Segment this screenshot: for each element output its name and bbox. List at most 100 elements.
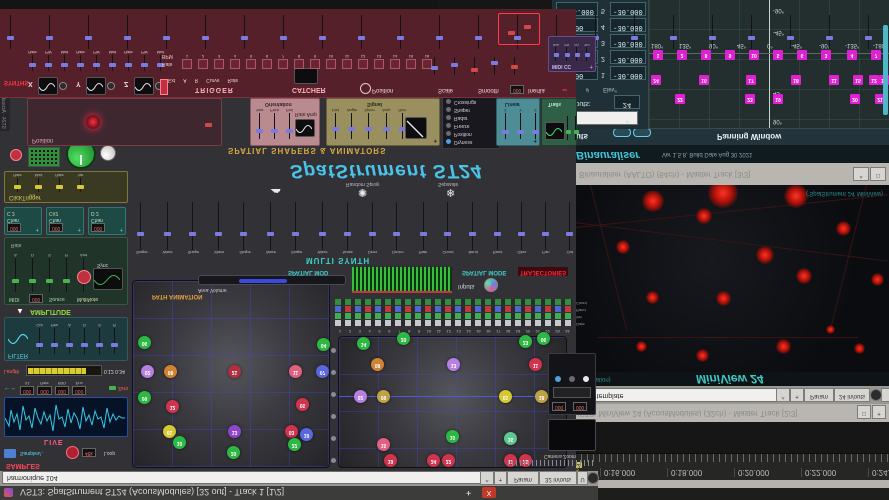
bypass-checkbox[interactable] — [881, 388, 889, 402]
inertia-chip[interactable]: 000 — [510, 85, 524, 94]
chan-cc-value[interactable]: 000 — [91, 223, 105, 232]
area-volume-slider[interactable] — [198, 275, 346, 285]
osc-scope[interactable] — [134, 77, 154, 95]
step-cell[interactable] — [182, 59, 192, 69]
sample-path[interactable]: Samples/.. — [20, 450, 44, 456]
osc-slider[interactable] — [60, 55, 69, 71]
folder-icon[interactable] — [4, 449, 16, 458]
voice-ball[interactable]: 07 — [316, 365, 329, 378]
linear-slider[interactable] — [501, 113, 510, 139]
spatial-pad-1[interactable]: 0604020821110709120501130319102220 — [132, 280, 330, 468]
source-marker[interactable]: 6 — [797, 50, 807, 60]
mod-slider[interactable] — [435, 15, 444, 49]
mod-slider[interactable] — [162, 15, 171, 49]
arrows-icon[interactable]: ←→ — [4, 385, 16, 392]
mod-slider[interactable] — [201, 15, 210, 49]
pad-toggle[interactable] — [331, 370, 336, 375]
osc-slider[interactable] — [140, 55, 149, 71]
param-button[interactable]: Param — [804, 388, 834, 402]
voice-ball[interactable]: 13 — [228, 425, 241, 438]
click-slider[interactable] — [55, 178, 64, 192]
synth-slider[interactable] — [468, 202, 477, 250]
length-track[interactable] — [26, 365, 102, 376]
amp-slider[interactable] — [45, 258, 54, 292]
step-cell[interactable] — [390, 59, 400, 69]
synth-slider[interactable] — [419, 202, 428, 250]
filter-slider[interactable] — [35, 328, 44, 354]
step-cell[interactable] — [326, 59, 336, 69]
cc-chip[interactable]: 000 — [552, 402, 566, 411]
red-knob[interactable] — [10, 149, 22, 161]
synth-slider[interactable] — [565, 202, 574, 250]
signal-pad[interactable] — [405, 117, 427, 139]
fx-toggle-item[interactable]: Shaper — [446, 106, 496, 114]
mod-combo-value[interactable]: 000 — [72, 386, 86, 395]
spat-fx-titlebar[interactable]: VST3: SpatStrument ST24 (AcousModules) [… — [0, 486, 598, 500]
step-cell[interactable] — [278, 59, 288, 69]
source-marker[interactable]: 10 — [749, 50, 759, 60]
voice-ball[interactable]: 05 — [296, 398, 309, 411]
source-marker[interactable]: 24 — [651, 75, 661, 85]
binauraliser-fx-titlebar[interactable]: VST: Binauraliser (AALTO) (64ch) - Maste… — [552, 163, 889, 185]
voice-ball[interactable]: 22 — [288, 438, 301, 451]
signal-slider[interactable] — [331, 113, 340, 139]
combo-caret-icon[interactable]: ^ — [626, 115, 629, 123]
record-knob[interactable] — [66, 446, 79, 459]
elev-field[interactable]: -30.000 — [610, 50, 646, 64]
pos-slider[interactable] — [490, 57, 499, 75]
preset-combo[interactable]: fusion template — [571, 388, 777, 402]
pos-slider[interactable] — [450, 57, 459, 75]
source-marker[interactable]: 12 — [869, 75, 879, 85]
step-cell[interactable] — [214, 59, 224, 69]
collapse-button[interactable]: ^ — [480, 471, 494, 485]
trigger-control-label[interactable]: Rate — [228, 77, 239, 83]
mod-slider[interactable] — [84, 15, 93, 49]
add-icon[interactable]: + — [589, 62, 593, 69]
synth-slider[interactable] — [239, 202, 248, 250]
mod-slider[interactable] — [630, 15, 639, 49]
dock-button[interactable]: □ — [870, 167, 886, 181]
voice-ball[interactable]: 01 — [163, 425, 176, 438]
osc-scope[interactable] — [38, 77, 58, 95]
synth-slider[interactable] — [318, 202, 327, 250]
io-button[interactable]: 24 in/outs — [834, 388, 870, 402]
orientation-slider[interactable] — [285, 113, 294, 139]
source-marker[interactable]: 22 — [675, 94, 685, 104]
source-marker[interactable]: 19 — [773, 94, 783, 104]
chan-note-value[interactable]: C 2 — [7, 210, 15, 216]
camera-preview[interactable] — [548, 419, 596, 451]
linear-slider[interactable] — [516, 113, 525, 139]
amp-slider[interactable] — [62, 258, 71, 292]
miniview-3d-view[interactable]: ('SpatStrument 24' MiniView) — [568, 185, 889, 372]
trigger-control-label[interactable]: R — [195, 77, 199, 83]
osc-dot[interactable] — [107, 82, 115, 90]
trigger-indicator[interactable] — [160, 79, 168, 95]
collapse-button[interactable]: ^ — [853, 167, 869, 181]
blue-toggle[interactable] — [555, 376, 561, 382]
filter-slider[interactable] — [80, 328, 89, 354]
elev-field[interactable]: -30.000 — [610, 2, 646, 16]
target-icon[interactable] — [360, 83, 371, 94]
step-cell[interactable] — [230, 59, 240, 69]
elev-field[interactable]: -30.000 — [610, 66, 646, 80]
fx-toggle-item[interactable]: Radar — [446, 114, 496, 122]
step-cell[interactable] — [374, 59, 384, 69]
fx-toggle-item[interactable]: Dryness — [446, 138, 496, 146]
trails-slider[interactable] — [565, 116, 570, 140]
add-button[interactable]: + — [494, 471, 507, 485]
synth-slider[interactable] — [493, 202, 502, 250]
voice-ball[interactable]: 13 — [447, 358, 460, 371]
step-cell[interactable] — [406, 59, 416, 69]
source-marker[interactable]: 23 — [745, 94, 755, 104]
signal-slider[interactable] — [364, 113, 373, 139]
multinote-value[interactable]: MultiNote — [77, 296, 98, 302]
step-cell[interactable] — [358, 59, 368, 69]
synth-slider[interactable] — [443, 202, 452, 250]
osc-slider[interactable] — [28, 55, 37, 71]
synth-slider[interactable] — [343, 202, 352, 250]
pad-toggle[interactable] — [331, 414, 336, 419]
voice-ball[interactable]: 11 — [289, 365, 302, 378]
pos-slider[interactable] — [470, 57, 479, 75]
voice-ball[interactable]: 21 — [228, 365, 241, 378]
dock-checkbox[interactable]: □ — [857, 405, 871, 419]
